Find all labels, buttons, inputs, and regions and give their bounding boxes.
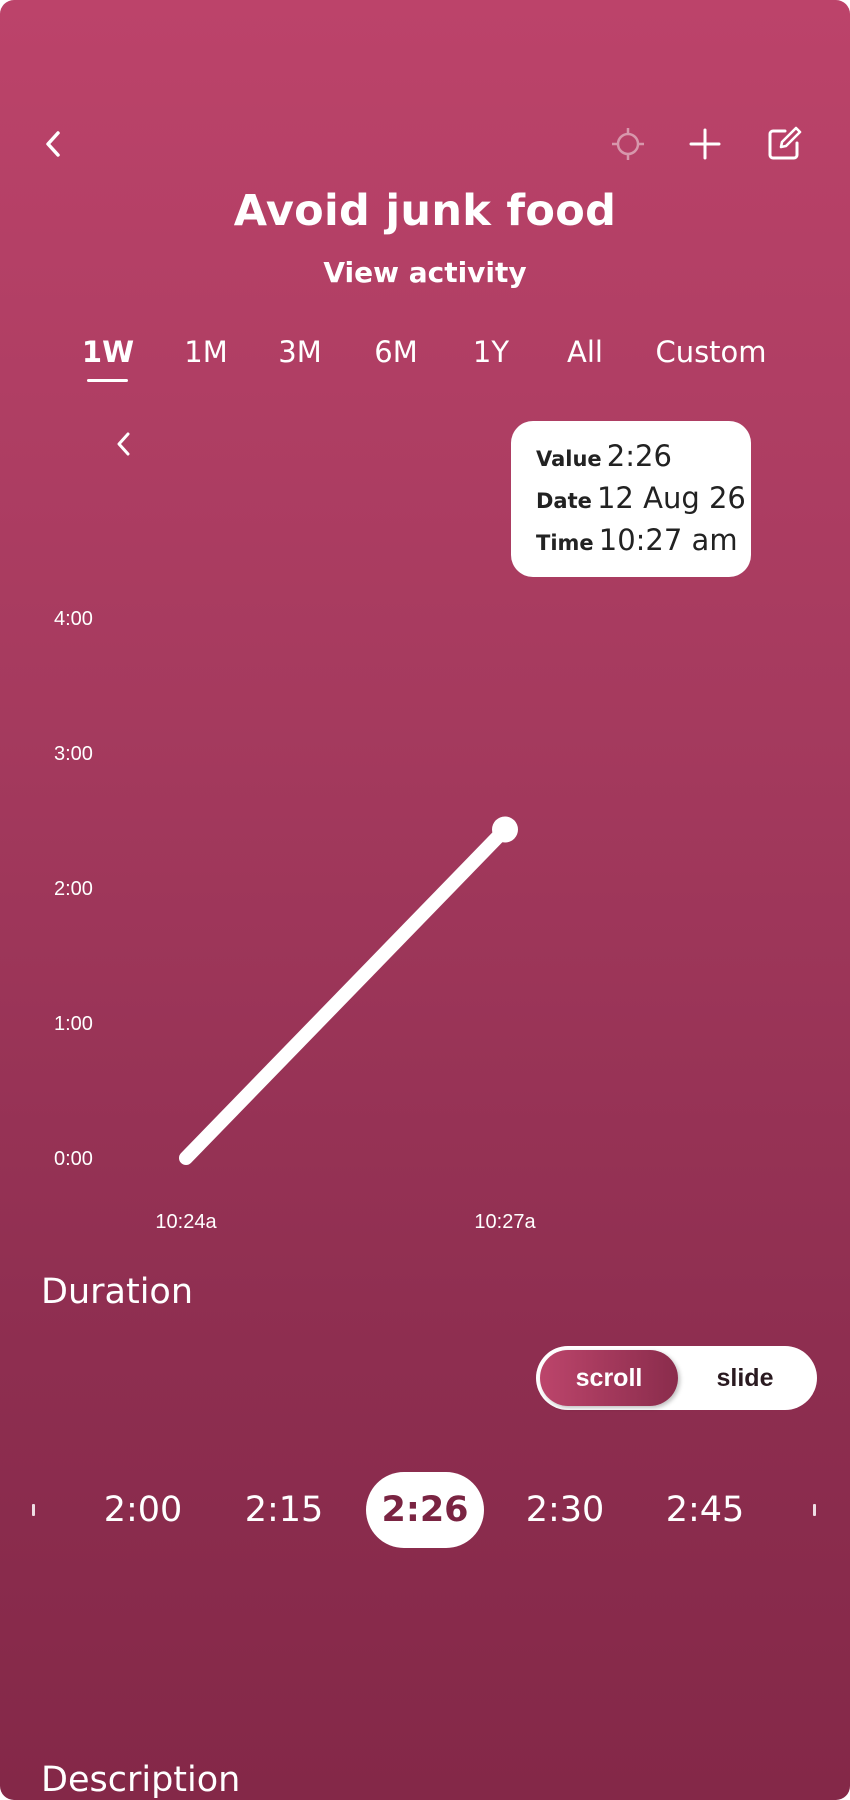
tab-3m[interactable]: 3M [278, 335, 321, 369]
tab-1y[interactable]: 1Y [473, 335, 509, 369]
tab-6m[interactable]: 6M [374, 335, 417, 369]
description-label: Description [41, 1760, 241, 1800]
view-activity-subtitle[interactable]: View activity [0, 256, 850, 289]
y-tick-label: 2:00 [54, 878, 93, 900]
duration-option[interactable]: 2:15 [225, 1472, 343, 1548]
duration-option[interactable]: 2:30 [506, 1472, 624, 1548]
mode-toggle[interactable]: scroll slide [536, 1346, 817, 1410]
y-tick-label: 4:00 [54, 608, 93, 630]
y-tick-label: 3:00 [54, 743, 93, 765]
page-title: Avoid junk food [233, 186, 617, 236]
duration-label: Duration [41, 1272, 194, 1312]
tooltip-time-row: Time 10:27 am [536, 523, 751, 565]
tab-1m[interactable]: 1M [184, 335, 227, 369]
top-bar [0, 118, 850, 170]
tooltip-time-key: Time [536, 531, 594, 555]
active-tab-indicator [87, 379, 128, 382]
tooltip-date: 12 Aug 26 [596, 481, 746, 515]
tooltip-time: 10:27 am [598, 523, 738, 557]
slide-mode-option[interactable]: slide [676, 1350, 814, 1406]
target-icon[interactable] [602, 118, 654, 170]
scroll-mode-option[interactable]: scroll [540, 1350, 678, 1406]
tooltip-value: 2:26 [606, 439, 672, 473]
y-tick-label: 0:00 [54, 1148, 93, 1170]
picker-edge-left [32, 1504, 35, 1516]
tab-1w[interactable]: 1W [82, 335, 134, 369]
activity-line-chart[interactable]: 0:00 1:00 2:00 3:00 4:00 10:24a 10:27a [0, 580, 850, 1240]
picker-edge-right [813, 1504, 816, 1516]
plus-icon[interactable] [679, 118, 731, 170]
tooltip-date-row: Date 12 Aug 26 [536, 481, 751, 523]
chart-previous-icon[interactable] [108, 424, 140, 464]
tab-custom[interactable]: Custom [655, 335, 766, 369]
edit-icon[interactable] [758, 118, 810, 170]
selected-data-point [492, 816, 518, 843]
activity-screen: Avoid junk food View activity 1W 1M 3M 6… [0, 0, 850, 1800]
back-icon[interactable] [28, 118, 80, 170]
chart-tooltip: Value 2:26 Date 12 Aug 26 Time 10:27 am [511, 421, 751, 577]
duration-option-selected[interactable]: 2:26 [366, 1472, 484, 1548]
tab-all[interactable]: All [567, 335, 603, 369]
x-tick-label: 10:27a [474, 1211, 536, 1233]
tooltip-value-key: Value [536, 447, 602, 471]
x-tick-label: 10:24a [155, 1211, 217, 1233]
series-line [179, 822, 512, 1165]
tooltip-value-row: Value 2:26 [536, 439, 751, 481]
tooltip-date-key: Date [536, 489, 592, 513]
y-tick-label: 1:00 [54, 1013, 93, 1035]
duration-option[interactable]: 2:00 [84, 1472, 202, 1548]
duration-option[interactable]: 2:45 [646, 1472, 764, 1548]
